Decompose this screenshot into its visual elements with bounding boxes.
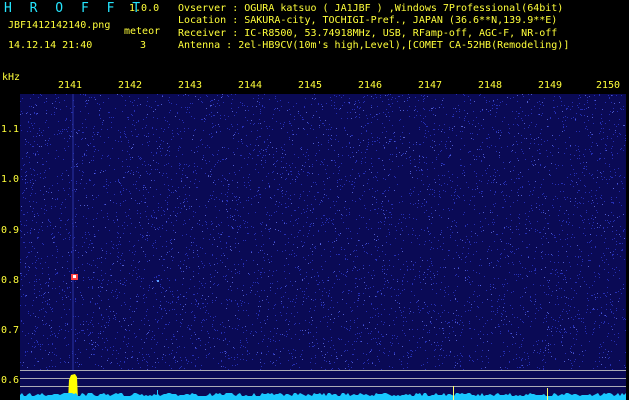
carrier-streak (72, 94, 74, 370)
x-tick-label: 2143 (178, 80, 203, 91)
meteor-count: 3 (140, 40, 147, 51)
spectrogram-plot (20, 94, 626, 400)
timestamp: 14.12.14 21:40 (8, 40, 93, 51)
info-line-receiver: Receiver : IC-R8500, 53.74918MHz, USB, R… (178, 28, 558, 39)
info-value: OGURA katsuo ( JA1JBF ) ,Windows 7Profes… (244, 3, 564, 14)
info-line-antenna: Antenna : 2el-HB9CV(10m's high,Level),[C… (178, 40, 570, 51)
info-label: Location (178, 15, 227, 26)
x-tick-label: 2146 (358, 80, 383, 91)
x-tick-label: 2147 (418, 80, 443, 91)
y-tick-label: 0.8 (1, 275, 20, 286)
y-tick-label: 1.1 (1, 124, 20, 135)
info-line-observer: Ovserver : OGURA katsuo ( JA1JBF ) ,Wind… (178, 3, 564, 14)
x-tick-label: 2141 (58, 80, 83, 91)
x-tick-label: 2145 (298, 80, 323, 91)
info-value: SAKURA-city, TOCHIGI-Pref., JAPAN (36.6*… (244, 15, 558, 26)
x-tick-label: 2149 (538, 80, 563, 91)
reference-line (20, 386, 626, 387)
x-tick-label: 2144 (238, 80, 263, 91)
meteor-echo-small (157, 280, 159, 282)
info-label: Antenna (178, 40, 227, 51)
app-version: 1.0.0 (129, 3, 160, 14)
info-label: Receiver (178, 28, 227, 39)
spectrogram-background (20, 94, 626, 400)
meteor-echo-core (73, 275, 76, 278)
meteor-label: meteor (124, 26, 161, 37)
file-name: JBF1412142140.png (8, 20, 111, 31)
baseline-spike (157, 390, 158, 400)
y-tick-label: 1.0 (1, 174, 20, 185)
x-tick-label: 2142 (118, 80, 143, 91)
info-value: 2el-HB9CV(10m's high,Level),[COMET CA-52… (238, 40, 570, 51)
reference-line (20, 370, 626, 371)
info-label: Ovserver (178, 3, 227, 14)
y-unit-label: kHz (2, 72, 21, 83)
baseline-spike (547, 388, 548, 400)
spectrogram-canvas (20, 94, 626, 400)
reference-line (20, 378, 626, 379)
y-tick-label: 0.9 (1, 225, 20, 236)
x-tick-label: 2148 (478, 80, 503, 91)
info-value: IC-R8500, 53.74918MHz, USB, RFamp-off, A… (244, 28, 558, 39)
info-line-location: Location : SAKURA-city, TOCHIGI-Pref., J… (178, 15, 558, 26)
y-tick-label: 0.6 (1, 375, 20, 386)
baseline-spike (453, 386, 454, 400)
y-tick-label: 0.7 (1, 325, 20, 336)
x-tick-label: 2150 (596, 80, 621, 91)
app-title: H R O F F T (4, 1, 146, 16)
